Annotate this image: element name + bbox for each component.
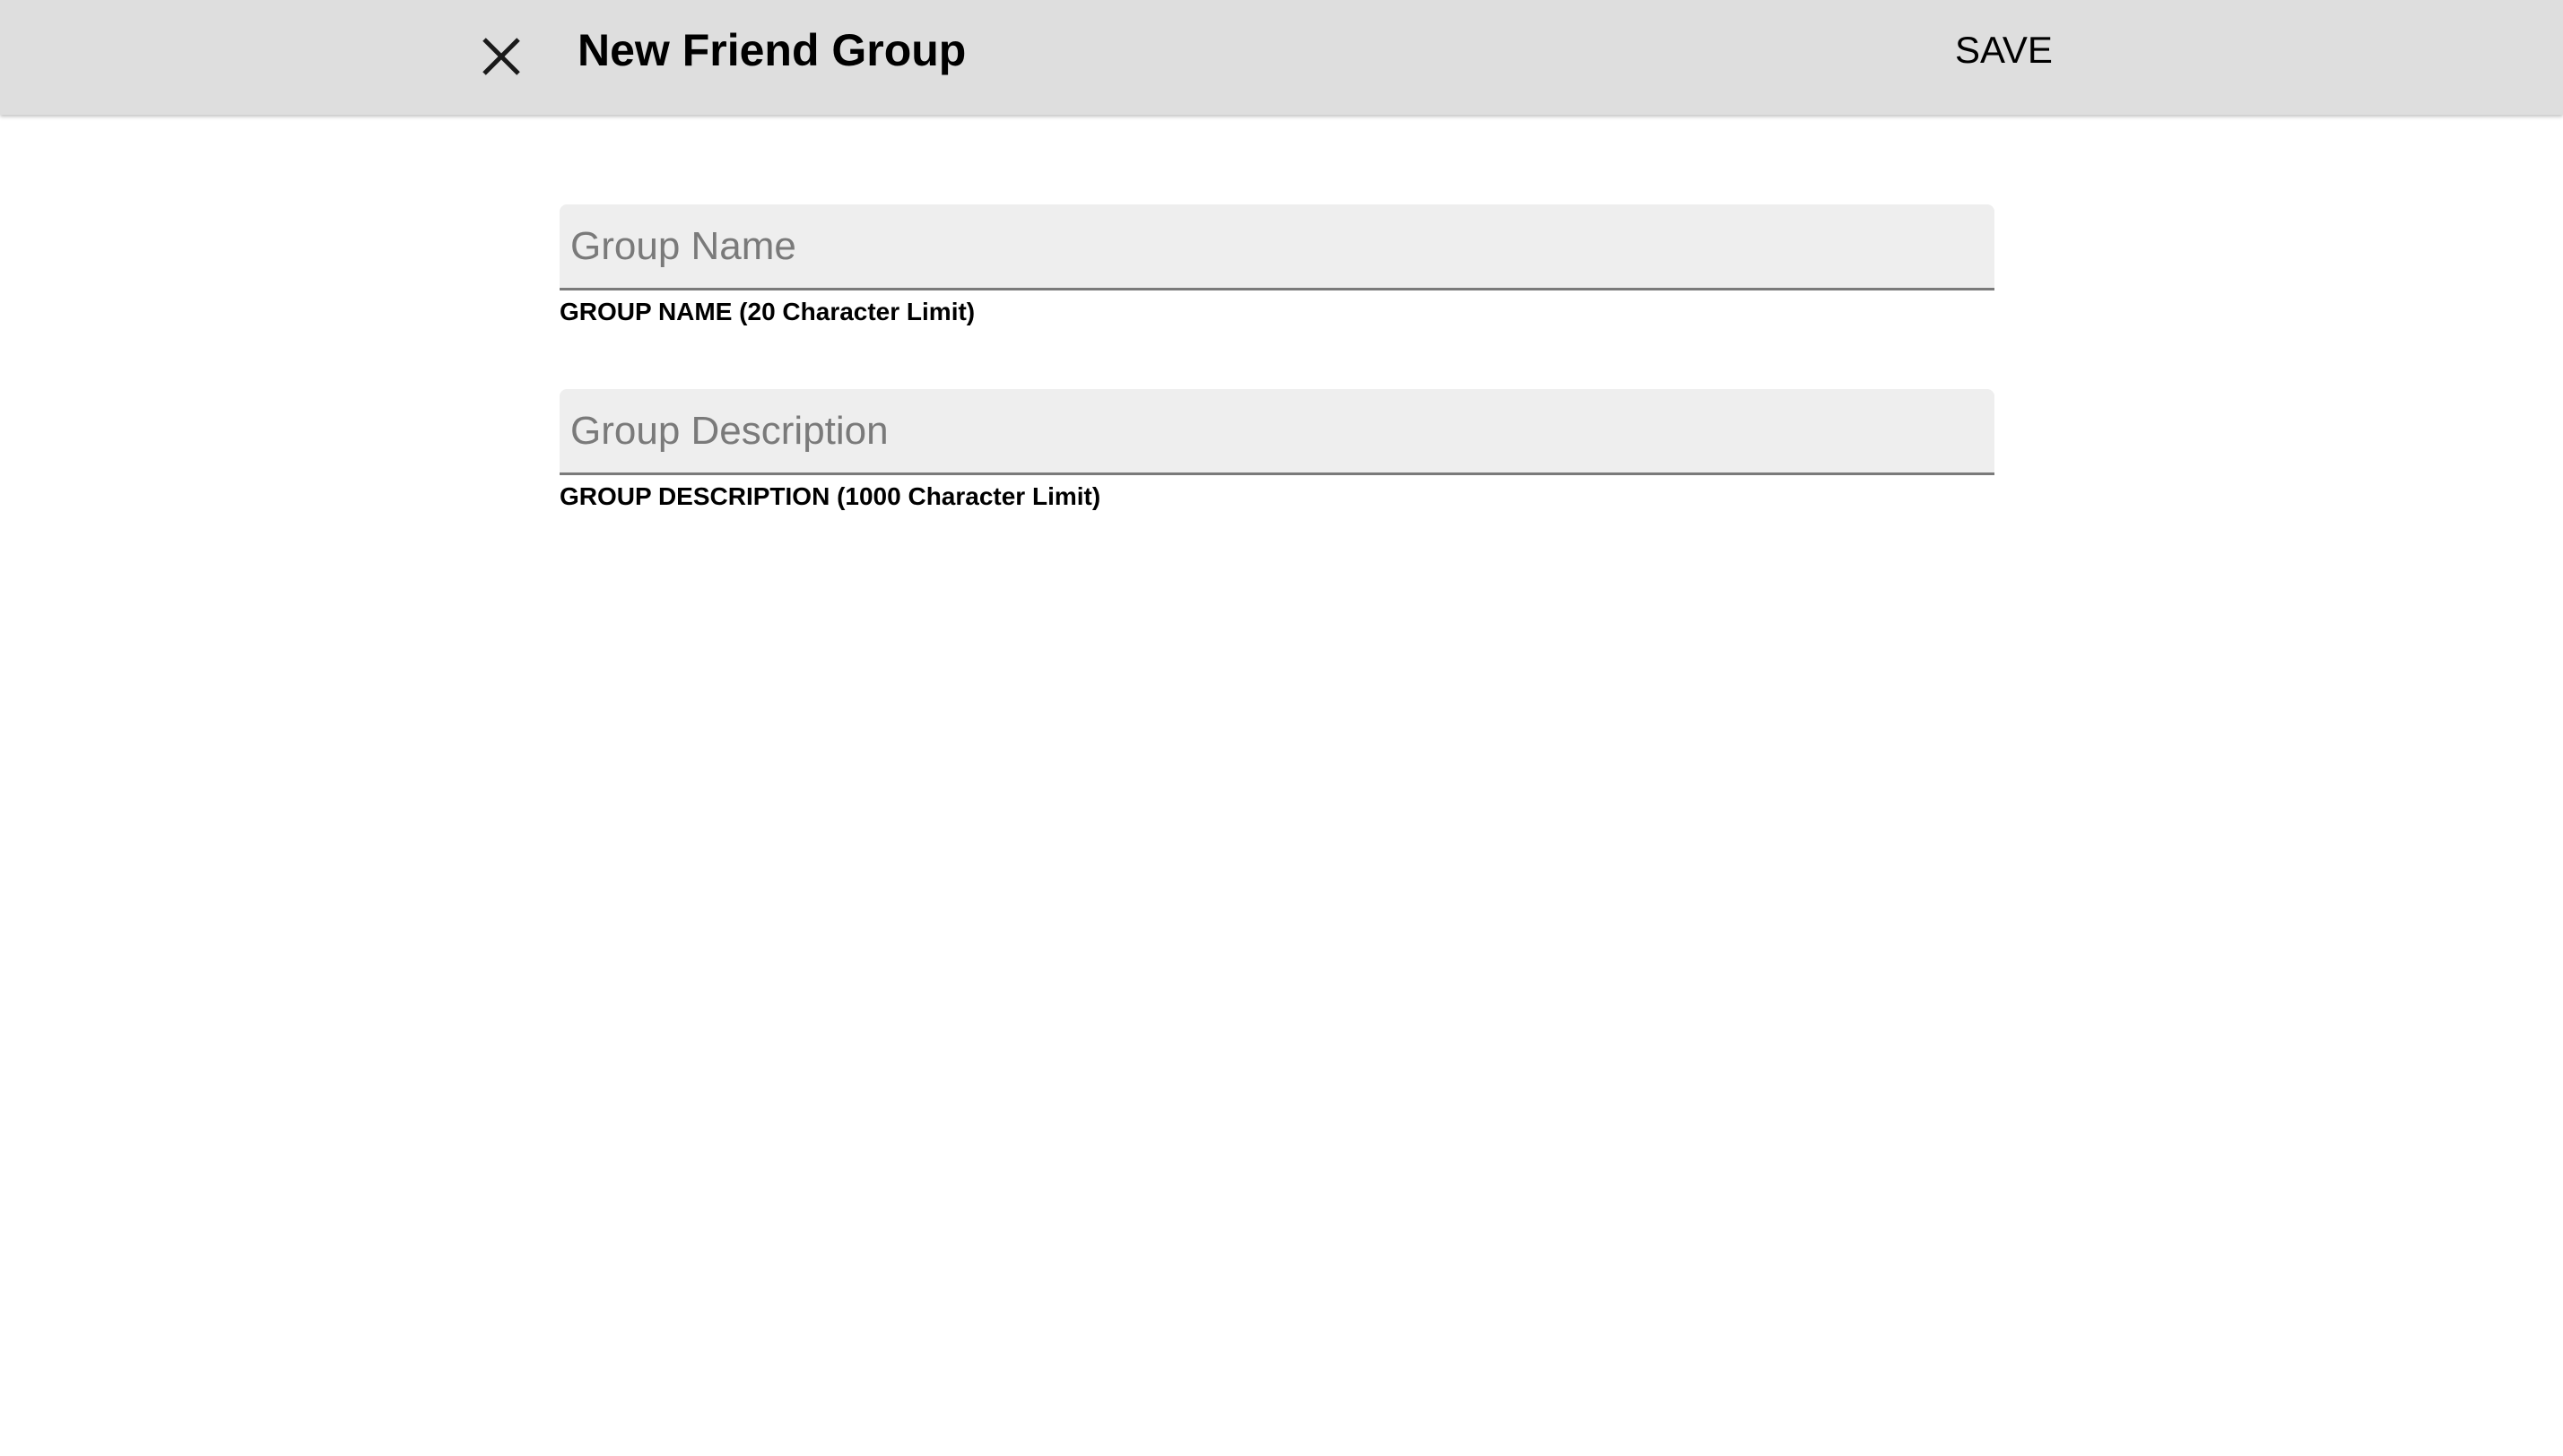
close-icon	[481, 36, 522, 77]
save-button[interactable]: SAVE	[1946, 22, 2062, 79]
close-button[interactable]	[466, 22, 536, 91]
group-name-field: GROUP NAME (20 Character Limit)	[560, 204, 1994, 326]
group-name-input[interactable]	[560, 204, 1994, 290]
group-description-input[interactable]	[560, 389, 1994, 475]
group-name-label: GROUP NAME (20 Character Limit)	[560, 298, 976, 325]
group-description-field: GROUP DESCRIPTION (1000 Character Limit)	[560, 389, 1994, 511]
group-description-label: GROUP DESCRIPTION (1000 Character Limit)	[560, 482, 1101, 510]
page-title: New Friend Group	[578, 25, 967, 75]
top-app-bar: New Friend Group SAVE	[0, 0, 2563, 115]
